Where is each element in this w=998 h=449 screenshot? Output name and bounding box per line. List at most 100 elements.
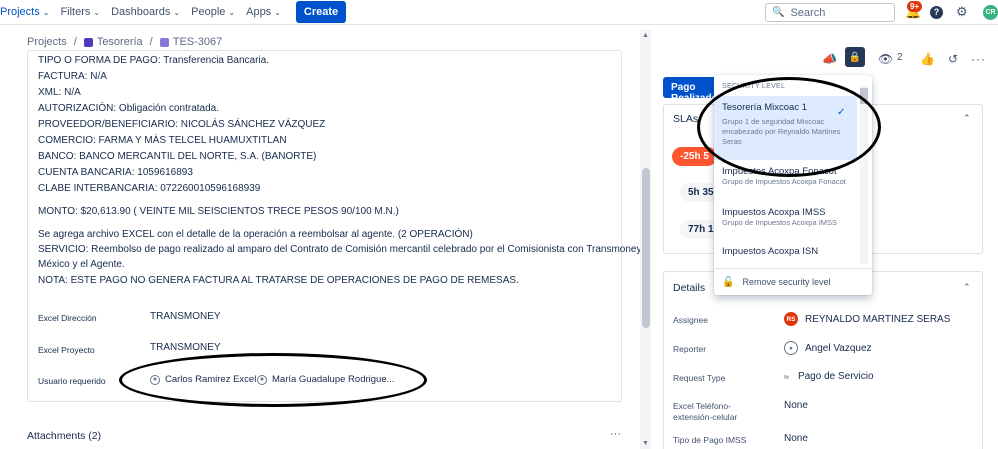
- security-option[interactable]: Impuestos Acoxpa ISN: [714, 246, 857, 264]
- security-option[interactable]: Impuestos Acoxpa Fonacot Grupo de Impues…: [714, 166, 857, 198]
- user-chip-name: María Guadalupe Rodrigue...: [272, 374, 395, 385]
- excel-direccion-label: Excel Dirección: [38, 313, 97, 323]
- description-line: Se agrega archivo EXCEL con el detalle d…: [38, 229, 473, 240]
- excel-proyecto-label: Excel Proyecto: [38, 345, 95, 355]
- security-lock-button[interactable]: 🔒: [845, 47, 865, 67]
- help-icon[interactable]: ?: [930, 6, 943, 19]
- chevron-down-icon: ⌄: [173, 7, 181, 17]
- watch-eye-icon[interactable]: 👁: [878, 52, 893, 66]
- chevron-down-icon: ⌄: [93, 7, 101, 17]
- project-icon: [83, 37, 93, 47]
- search-icon: 🔍: [772, 7, 785, 18]
- assignee-value[interactable]: RS REYNALDO MARTINEZ SERAS: [784, 312, 950, 326]
- request-type-value[interactable]: ≈ Pago de Servicio: [784, 371, 874, 382]
- description-line: CLABE INTERBANCARIA: 072260010596168939: [38, 183, 261, 194]
- excel-telefono-value[interactable]: None: [784, 400, 808, 411]
- description-line: AUTORIZACIÓN: Obligación contratada.: [38, 103, 219, 114]
- breadcrumb: Projects / Tesorería / TES-3067: [27, 36, 222, 48]
- wifi-icon: ≈: [784, 371, 789, 382]
- lock-icon: 🔒: [848, 51, 862, 63]
- description-monto: MONTO: $20,613.90 ( VEINTE MIL SEISCIENT…: [38, 206, 399, 217]
- remove-security-label: Remove security level: [742, 277, 831, 287]
- reporter-name: Angel Vazquez: [805, 342, 872, 354]
- user-icon: ●: [150, 374, 160, 385]
- nav-people-label: People: [191, 6, 226, 18]
- avatar: RS: [784, 312, 798, 326]
- excel-direccion-value[interactable]: TRANSMONEY: [150, 311, 221, 322]
- feedback-megaphone-icon[interactable]: 📣: [822, 52, 837, 66]
- dropdown-scrollbar-thumb[interactable]: [860, 88, 868, 104]
- nav-filters-label: Filters: [60, 6, 91, 18]
- watch-count: 2: [897, 52, 903, 63]
- more-options-icon[interactable]: ···: [610, 428, 621, 440]
- chevron-down-icon: ⌄: [274, 7, 281, 17]
- attachments-heading[interactable]: Attachments (2): [27, 430, 101, 442]
- usuario-requerido-label: Usuario requerido: [38, 376, 106, 386]
- assignee-label: Assignee: [673, 315, 708, 325]
- user-icon: ●: [257, 374, 267, 385]
- chevron-up-icon[interactable]: ⌃: [963, 113, 971, 124]
- unlock-icon: 🔓: [722, 276, 735, 288]
- settings-gear-icon[interactable]: ⚙: [956, 4, 968, 20]
- description-line: COMERCIO: FARMA Y MÁS TELCEL HUAMUXTITLA…: [38, 135, 287, 146]
- scroll-down-icon[interactable]: ▼: [642, 440, 649, 447]
- tipo-pago-imss-value[interactable]: None: [784, 433, 808, 444]
- description-line: SERVICIO: Reembolso de pago realizado al…: [38, 244, 642, 255]
- chevron-down-icon: ⌄: [228, 7, 236, 17]
- nav-filters[interactable]: Filters ⌄: [60, 6, 100, 18]
- description-line: México y el Agente.: [38, 259, 125, 270]
- breadcrumb-separator: /: [149, 36, 153, 48]
- security-option-subtitle: Grupo de Impuestos Acoxpa IMSS: [722, 218, 838, 227]
- nav-people[interactable]: People ⌄: [191, 6, 235, 18]
- breadcrumb-project[interactable]: Tesorería: [97, 36, 143, 48]
- create-button[interactable]: Create: [295, 1, 347, 23]
- excel-proyecto-value[interactable]: TRANSMONEY: [150, 342, 221, 353]
- notification-badge: 9+: [907, 1, 923, 12]
- scroll-up-icon[interactable]: ▲: [642, 32, 649, 39]
- user-chip-name: Carlos Ramirez Excel: [165, 374, 257, 385]
- check-icon: ✓: [837, 107, 846, 118]
- remove-security-level[interactable]: 🔓 Remove security level: [714, 268, 872, 295]
- dropdown-scrollbar[interactable]: [860, 86, 868, 264]
- breadcrumb-separator: /: [73, 36, 77, 48]
- avatar: ●: [784, 341, 798, 355]
- user-avatar[interactable]: CR: [983, 5, 998, 20]
- issue-type-icon: [159, 37, 169, 47]
- request-type-name: Pago de Servicio: [797, 371, 874, 382]
- nav-dashboards-label: Dashboards: [111, 6, 171, 18]
- security-option[interactable]: Impuestos Acoxpa IMSS Grupo de Impuestos…: [714, 207, 857, 239]
- more-actions-icon[interactable]: ···: [971, 52, 986, 66]
- security-option-subtitle: Grupo de Impuestos Acoxpa Fonacot: [722, 177, 846, 186]
- description-line: XML: N/A: [38, 87, 81, 98]
- sla-timer-badge: -25h 5: [672, 147, 717, 166]
- thumbs-up-icon[interactable]: 👍: [920, 52, 935, 66]
- reporter-label: Reporter: [673, 344, 707, 354]
- nav-apps[interactable]: Apps ⌄: [246, 6, 281, 18]
- search-input[interactable]: 🔍 Search: [765, 3, 895, 22]
- nav-dashboards[interactable]: Dashboards ⌄: [111, 6, 180, 18]
- share-icon[interactable]: ↺: [948, 52, 958, 66]
- chevron-down-icon: ⌄: [42, 7, 50, 17]
- breadcrumb-projects[interactable]: Projects: [27, 36, 67, 48]
- reporter-value[interactable]: ● Angel Vazquez: [784, 341, 872, 355]
- excel-telefono-label: Excel Teléfono-extensión-celular: [673, 401, 738, 422]
- assignee-name: REYNALDO MARTINEZ SERAS: [805, 313, 951, 325]
- security-option-subtitle: Grupo 1 de seguridad Mixcoac encabezado …: [722, 117, 841, 146]
- security-option-title: Impuestos Acoxpa IMSS: [722, 207, 826, 218]
- security-option-title: Impuestos Acoxpa ISN: [722, 246, 819, 257]
- user-chip[interactable]: ● Carlos Ramirez Excel: [150, 374, 256, 385]
- user-chip[interactable]: ● María Guadalupe Rodrigue...: [257, 374, 395, 385]
- security-option[interactable]: Tesorería Mixcoac 1 Grupo 1 de seguridad…: [714, 96, 857, 160]
- sla-title: SLAs: [673, 113, 699, 125]
- breadcrumb-issue[interactable]: TES-3067: [173, 36, 223, 48]
- description-line: PROVEEDOR/BENEFICIARIO: NICOLÁS SÁNCHEZ …: [38, 119, 326, 130]
- nav-projects-label: Projects: [0, 6, 40, 18]
- details-title: Details: [673, 282, 706, 294]
- dropdown-header: SECURITY LEVEL: [722, 83, 786, 90]
- nav-projects[interactable]: Projects ⌄: [0, 6, 49, 18]
- description-line: TIPO O FORMA DE PAGO: Transferencia Banc…: [38, 55, 269, 66]
- chevron-up-icon[interactable]: ⌃: [963, 282, 971, 293]
- scrollbar-thumb[interactable]: [642, 168, 650, 328]
- description-line: FACTURA: N/A: [38, 71, 107, 82]
- search-placeholder: Search: [790, 6, 826, 19]
